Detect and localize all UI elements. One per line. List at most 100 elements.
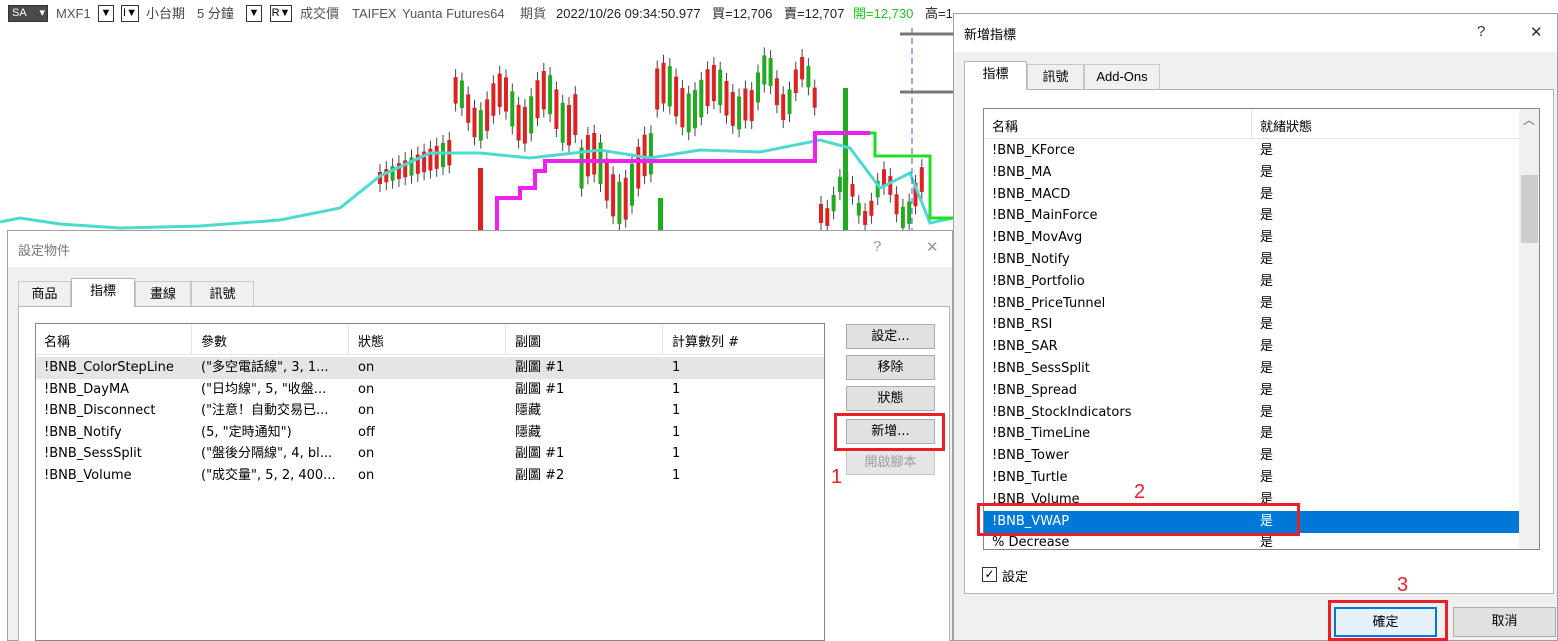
candle-body bbox=[585, 134, 590, 177]
list-item[interactable]: !BNB_SAR 是 bbox=[984, 336, 1519, 358]
settings-button[interactable]: 設定... bbox=[846, 324, 935, 349]
market-type: 期貨 bbox=[520, 6, 547, 21]
list-item[interactable]: !BNB_MovAvg 是 bbox=[984, 227, 1519, 249]
tab-product[interactable]: 商品 bbox=[18, 281, 71, 307]
cell-status: on bbox=[358, 446, 375, 462]
candle-body bbox=[510, 91, 515, 127]
table-row[interactable]: !BNB_Notify (5, "定時通知") off 隱藏 1 bbox=[36, 422, 824, 444]
close-icon[interactable]: ✕ bbox=[1530, 23, 1543, 41]
indicator-name: !BNB_Notify bbox=[992, 252, 1070, 267]
indicator-ready: 是 bbox=[1260, 426, 1274, 442]
candle-body bbox=[459, 80, 464, 109]
column-header-params[interactable]: 參數 bbox=[201, 331, 227, 350]
tab-drawing[interactable]: 畫線 bbox=[135, 281, 191, 307]
cell-name: !BNB_Volume bbox=[44, 468, 132, 483]
cell-name: !BNB_DayMA bbox=[44, 381, 130, 397]
refresh-dropdown[interactable]: R▼ bbox=[270, 5, 292, 22]
list-item[interactable]: !BNB_MA 是 bbox=[984, 162, 1519, 184]
table-row[interactable]: !BNB_Disconnect ("注意！自動交易已... on 隱藏 1 bbox=[36, 400, 824, 422]
list-item[interactable]: !BNB_PriceTunnel 是 bbox=[984, 293, 1519, 315]
indicator-ready: 是 bbox=[1260, 339, 1274, 355]
indicator-ready: 是 bbox=[1260, 404, 1274, 420]
candle-body bbox=[737, 96, 742, 130]
status-button[interactable]: 狀態 bbox=[846, 386, 935, 411]
candle-body bbox=[831, 194, 836, 212]
tab-indicator[interactable]: 指標 bbox=[71, 278, 135, 307]
tab-signal[interactable]: 訊號 bbox=[191, 281, 254, 307]
list-item[interactable]: !BNB_Spread 是 bbox=[984, 380, 1519, 402]
candle-body bbox=[812, 87, 817, 108]
cell-subchart: 副圖 #1 bbox=[515, 446, 565, 462]
scrollbar[interactable]: ︿ bbox=[1519, 109, 1539, 549]
close-icon[interactable]: ✕ bbox=[926, 238, 939, 256]
settings-checkbox[interactable]: ✓ bbox=[982, 567, 997, 582]
dialog1-titlebar: 設定物件 ? ✕ bbox=[8, 231, 952, 267]
scroll-up-icon[interactable]: ︿ bbox=[1523, 111, 1535, 128]
list-item[interactable]: !BNB_RSI 是 bbox=[984, 314, 1519, 336]
chevron-down-icon: ▾ bbox=[39, 7, 45, 19]
column-header-status[interactable]: 狀態 bbox=[358, 331, 384, 350]
candle-body bbox=[560, 102, 565, 143]
candle-body bbox=[793, 69, 798, 94]
help-icon[interactable]: ? bbox=[873, 238, 881, 255]
candle-body bbox=[888, 176, 893, 195]
list-item[interactable]: !BNB_SessSplit 是 bbox=[984, 358, 1519, 380]
exchange-name: TAIFEX bbox=[352, 6, 397, 21]
interval-dropdown[interactable]: ▼ bbox=[246, 5, 262, 22]
candle-body bbox=[781, 94, 786, 121]
scrollbar-thumb[interactable] bbox=[1521, 175, 1538, 243]
indicator-dropdown[interactable]: I▼ bbox=[121, 5, 139, 22]
list-item[interactable]: !BNB_MainForce 是 bbox=[984, 205, 1519, 227]
remove-button[interactable]: 移除 bbox=[846, 355, 935, 380]
dropdown-button[interactable]: ▼ bbox=[98, 5, 114, 22]
list-item[interactable]: !BNB_KForce 是 bbox=[984, 140, 1519, 162]
candle-body bbox=[869, 200, 874, 216]
candle-body bbox=[768, 58, 773, 87]
cell-series: 1 bbox=[672, 381, 681, 397]
tab-indicator[interactable]: 指標 bbox=[964, 61, 1027, 90]
candle-body bbox=[497, 73, 502, 107]
candle-body bbox=[894, 194, 899, 215]
candle-body bbox=[541, 70, 546, 110]
symbol-selector[interactable]: SA ▾ bbox=[8, 5, 48, 22]
cell-params: ("成交量", 5, 2, 400... bbox=[201, 468, 336, 483]
candle-body bbox=[573, 94, 578, 135]
indicator-list[interactable]: 名稱 參數 狀態 副圖 計算數列 # !BNB_ColorStepLine ("多… bbox=[35, 323, 825, 641]
open-script-button[interactable]: 開啟腳本 bbox=[846, 450, 935, 475]
cancel-button[interactable]: 取消 bbox=[1453, 607, 1556, 637]
candle-body bbox=[863, 211, 868, 225]
column-header-ready[interactable]: 就緒狀態 bbox=[1260, 116, 1312, 135]
help-icon[interactable]: ? bbox=[1477, 23, 1485, 40]
table-row[interactable]: !BNB_SessSplit ("盤後分隔線", 4, bl... on 副圖 #1 1 bbox=[36, 443, 824, 465]
step-number-1: 1 bbox=[831, 466, 843, 488]
list-item[interactable]: !BNB_Turtle 是 bbox=[984, 467, 1519, 489]
column-header-series[interactable]: 計算數列 # bbox=[672, 331, 739, 350]
column-header-subchart[interactable]: 副圖 bbox=[515, 331, 541, 350]
list-item[interactable]: !BNB_MACD 是 bbox=[984, 184, 1519, 206]
cell-status: on bbox=[358, 360, 375, 375]
tab-addons[interactable]: Add-Ons bbox=[1084, 64, 1160, 90]
column-header-name[interactable]: 名稱 bbox=[992, 116, 1018, 135]
indicator-ready: 是 bbox=[1260, 295, 1274, 311]
candle-body bbox=[466, 94, 471, 123]
candle-body bbox=[529, 96, 534, 134]
table-row[interactable]: !BNB_Volume ("成交量", 5, 2, 400... on 副圖 #2 1 bbox=[36, 465, 824, 487]
cell-status: off bbox=[358, 424, 375, 440]
list-item[interactable]: !BNB_Portfolio 是 bbox=[984, 271, 1519, 293]
table-row[interactable]: !BNB_DayMA ("日均線", 5, "收盤... on 副圖 #1 1 bbox=[36, 379, 824, 401]
candle-body bbox=[724, 80, 729, 116]
table-row[interactable]: !BNB_ColorStepLine ("多空電話線", 3, 1... on 副圖 … bbox=[36, 357, 824, 379]
indicator-name: !BNB_MA bbox=[992, 164, 1052, 180]
available-indicator-list[interactable]: 名稱 就緒狀態 !BNB_KForce 是 !BNB_MA 是 !BNB_MACD 是 !B… bbox=[983, 108, 1540, 550]
list-item[interactable]: !BNB_TimeLine 是 bbox=[984, 423, 1519, 445]
cell-params: (5, "定時通知") bbox=[201, 424, 292, 440]
list-item[interactable]: !BNB_Tower 是 bbox=[984, 445, 1519, 467]
price-chart[interactable] bbox=[0, 28, 953, 238]
tab-signal[interactable]: 訊號 bbox=[1027, 64, 1084, 90]
candle-body bbox=[522, 107, 527, 144]
column-header-name[interactable]: 名稱 bbox=[44, 331, 70, 350]
list-item[interactable]: !BNB_Notify 是 bbox=[984, 249, 1519, 271]
list-item[interactable]: !BNB_StockIndicators 是 bbox=[984, 402, 1519, 424]
indicator-name: !BNB_Spread bbox=[992, 382, 1078, 398]
indicator-ready: 是 bbox=[1260, 186, 1274, 202]
